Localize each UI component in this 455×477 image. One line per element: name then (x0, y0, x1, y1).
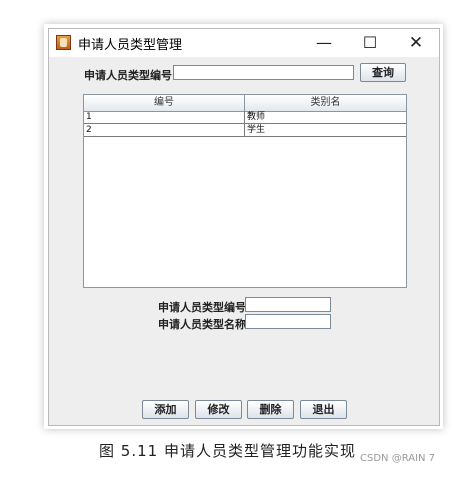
search-label: 申请人员类型编号 (84, 69, 172, 82)
add-button[interactable]: 添加 (142, 400, 189, 419)
table-cell-id[interactable]: 2 (84, 124, 245, 136)
app-window: 申请人员类型管理 — ☐ ✕ 申请人员类型编号 查询 编号 类别名 1 教师 2… (48, 28, 440, 426)
java-app-icon (56, 35, 71, 50)
table-header: 编号 类别名 (84, 95, 406, 112)
delete-button[interactable]: 删除 (247, 400, 294, 419)
search-input[interactable] (173, 65, 354, 80)
table-row[interactable]: 1 教师 (84, 111, 406, 124)
table-cell-name[interactable]: 学生 (245, 124, 406, 136)
type-id-label: 申请人员类型编号: (158, 301, 251, 314)
table-cell-id[interactable]: 1 (84, 111, 245, 123)
table-cell-name[interactable]: 教师 (245, 111, 406, 123)
window-title: 申请人员类型管理 (78, 38, 183, 53)
type-name-field[interactable] (245, 314, 331, 329)
column-header-name[interactable]: 类别名 (245, 95, 406, 111)
edit-button[interactable]: 修改 (195, 400, 242, 419)
type-name-label: 申请人员类型名称: (158, 318, 251, 331)
minimize-button[interactable]: — (301, 29, 347, 57)
column-header-id[interactable]: 编号 (84, 95, 245, 111)
query-button[interactable]: 查询 (360, 63, 406, 82)
maximize-button[interactable]: ☐ (347, 29, 393, 57)
table-row[interactable]: 2 学生 (84, 124, 406, 137)
exit-button[interactable]: 退出 (300, 400, 347, 419)
watermark: CSDN @RAIN 7 (360, 453, 436, 464)
type-table: 编号 类别名 1 教师 2 学生 (83, 94, 407, 288)
title-bar: 申请人员类型管理 — ☐ ✕ (49, 29, 439, 57)
close-button[interactable]: ✕ (393, 29, 439, 57)
type-id-field[interactable] (245, 297, 331, 312)
